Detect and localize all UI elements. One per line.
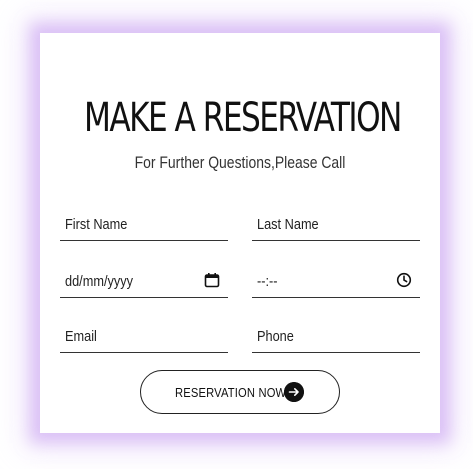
phone-placeholder: Phone (257, 328, 294, 345)
arrow-right-circle-icon (284, 382, 304, 402)
email-field[interactable]: Email (60, 317, 228, 353)
page-background: MAKE A RESERVATION For Further Questions… (0, 0, 473, 469)
phone-field[interactable]: Phone (252, 317, 420, 353)
clock-icon[interactable] (396, 272, 412, 288)
first-name-field[interactable]: First Name (60, 205, 228, 241)
page-title: MAKE A RESERVATION (84, 95, 402, 141)
reservation-now-label: RESERVATION NOW (175, 385, 287, 400)
page-subtitle: For Further Questions,Please Call (134, 153, 346, 172)
email-placeholder: Email (65, 328, 97, 345)
date-placeholder: dd/mm/yyyy (65, 273, 134, 290)
time-field[interactable]: --:-- (252, 262, 420, 298)
reservation-now-button[interactable]: RESERVATION NOW (140, 370, 340, 414)
reservation-card: MAKE A RESERVATION For Further Questions… (40, 33, 440, 433)
last-name-field[interactable]: Last Name (252, 205, 420, 241)
time-placeholder: --:-- (257, 273, 278, 290)
last-name-placeholder: Last Name (257, 216, 319, 233)
first-name-placeholder: First Name (65, 216, 128, 233)
date-field[interactable]: dd/mm/yyyy (60, 262, 228, 298)
calendar-icon[interactable] (204, 272, 220, 288)
